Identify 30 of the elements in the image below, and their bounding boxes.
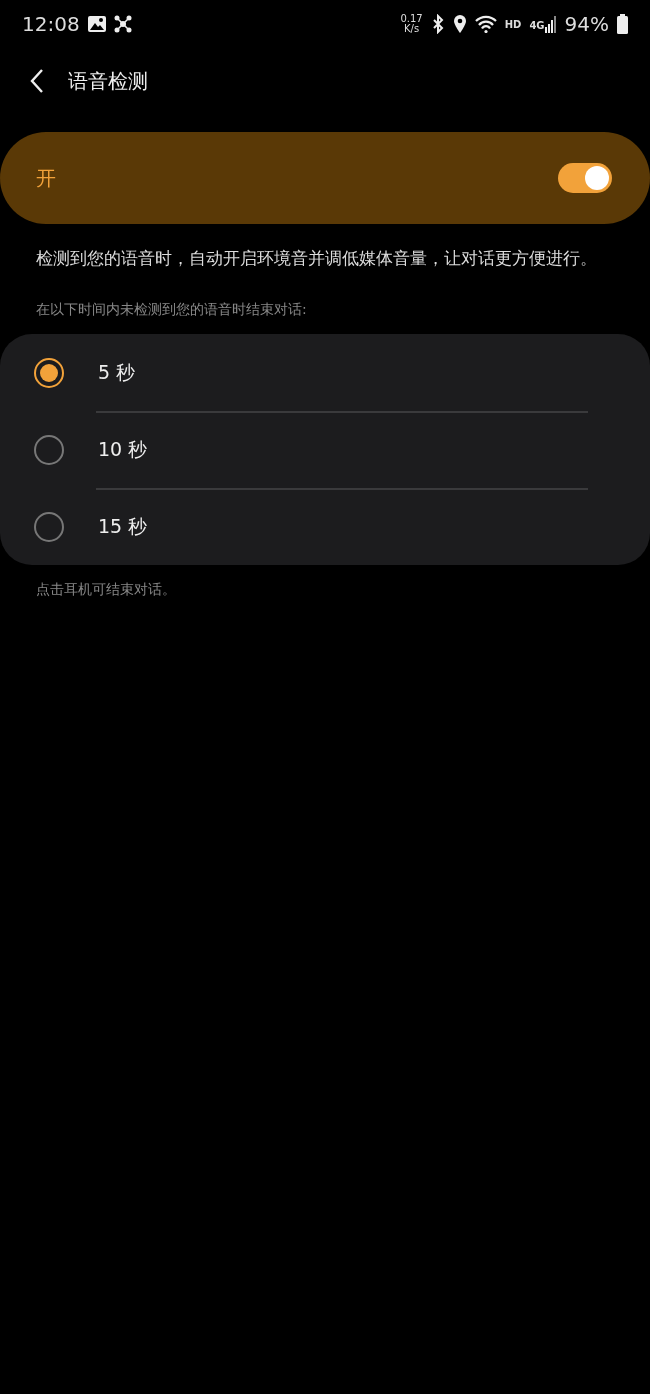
radio-option[interactable]: 10 秒 (0, 411, 650, 488)
radio-button[interactable] (34, 357, 64, 388)
wifi-icon (474, 15, 497, 33)
back-button[interactable] (30, 68, 44, 94)
footnote-text: 点击耳机可结束对话。 (35, 580, 177, 599)
radio-option[interactable]: 15 秒 (0, 488, 650, 565)
switch-label: 开 (36, 165, 56, 192)
battery-text: 94% (564, 11, 609, 38)
radio-option[interactable]: 5 秒 (0, 334, 650, 411)
image-icon (87, 16, 106, 32)
description-text: 检测到您的语音时，自动开启环境音并调低媒体音量，让对话更方便进行。 (35, 247, 598, 270)
radio-button[interactable] (34, 434, 64, 465)
page-title: 语音检测 (68, 68, 148, 95)
network-type-text: 4G (529, 19, 545, 33)
option-label: 5 秒 (98, 360, 136, 386)
signal-icon (544, 15, 557, 33)
location-pin-icon (452, 14, 467, 34)
radio-button[interactable] (34, 511, 64, 542)
speed-unit-text: K/s (403, 24, 421, 34)
option-label: 10 秒 (98, 437, 148, 463)
network-nodes-icon (113, 15, 132, 33)
speed-text: 0.17 (400, 14, 423, 24)
back-icon (30, 68, 44, 94)
hd-text: HD (504, 17, 522, 32)
option-label: 15 秒 (98, 514, 148, 540)
time-text: 12:08 (22, 11, 80, 38)
battery-icon (617, 14, 628, 34)
section-label: 在以下时间内未检测到您的语音时结束对话: (35, 300, 308, 319)
toggle-switch[interactable] (558, 163, 612, 193)
bluetooth-icon (430, 14, 445, 34)
